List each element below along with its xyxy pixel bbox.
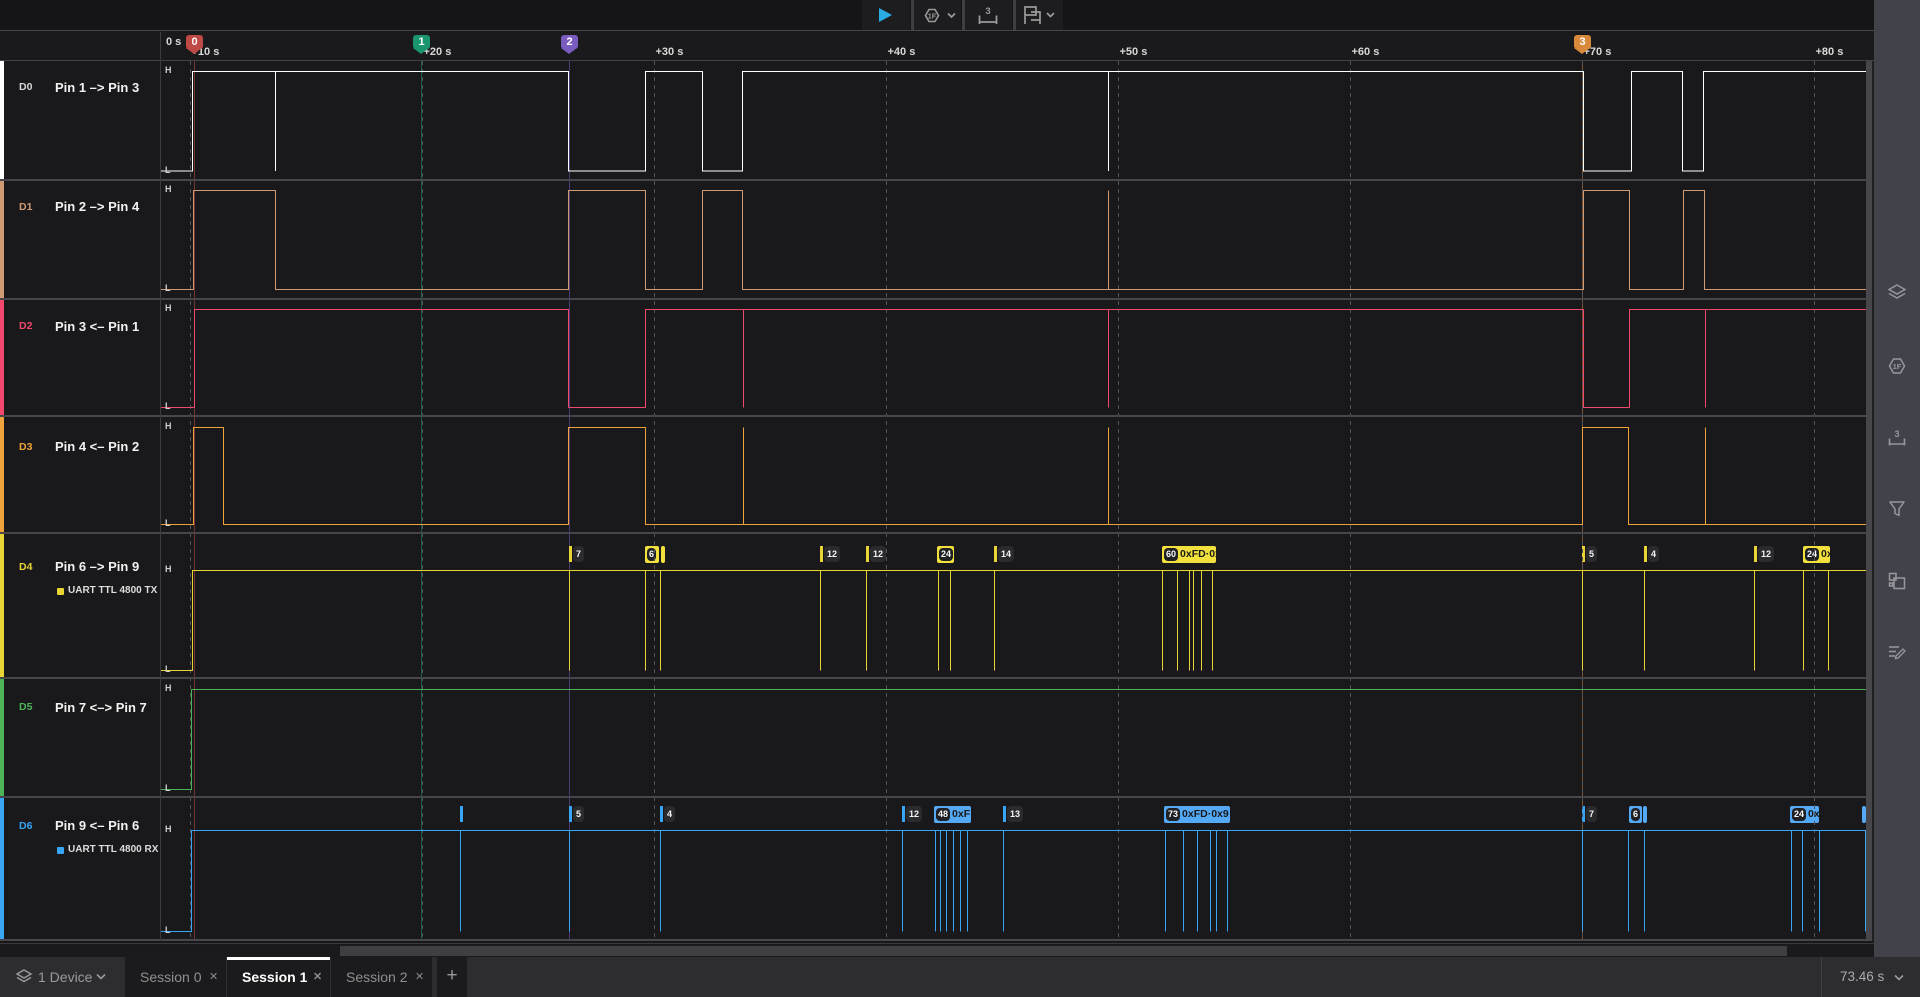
svg-text:3: 3	[1894, 429, 1899, 439]
svg-text:1F: 1F	[928, 11, 937, 20]
svg-text:3: 3	[985, 6, 990, 17]
svg-text:1F: 1F	[1893, 362, 1902, 371]
